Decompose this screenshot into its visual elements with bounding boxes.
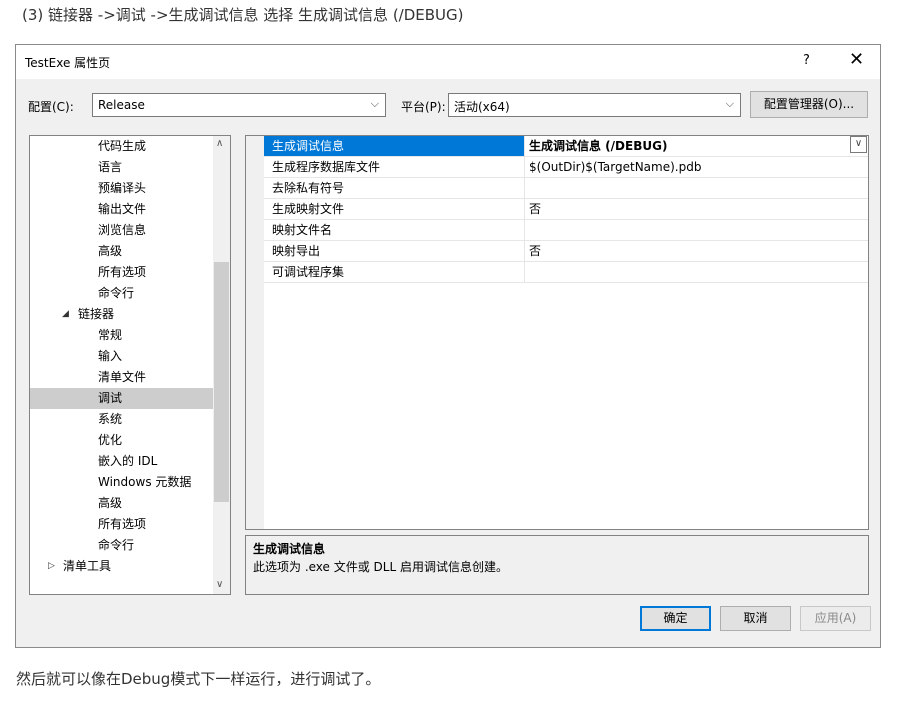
tree-item[interactable]: 系统 [30, 409, 213, 430]
tree-item-label: 所有选项 [98, 517, 147, 531]
grid-gutter [246, 136, 264, 529]
tree-item-label: 输出文件 [98, 202, 147, 216]
cancel-button[interactable]: 取消 [720, 606, 791, 631]
config-manager-button[interactable]: 配置管理器(O)... [750, 91, 868, 118]
platform-select[interactable]: 活动(x64) ⌵ [448, 93, 741, 117]
tree-item[interactable]: Windows 元数据 [30, 472, 213, 493]
config-label: 配置(C): [28, 100, 74, 114]
column-divider [524, 262, 525, 282]
tree-item[interactable]: 浏览信息 [30, 220, 213, 241]
title-bar: TestExe 属性页 ? ✕ [16, 45, 880, 79]
tree-item-label: 嵌入的 IDL [98, 454, 158, 468]
property-value: $(OutDir)$(TargetName).pdb [529, 160, 702, 174]
tree-item-label: 系统 [98, 412, 123, 426]
scroll-up-icon[interactable]: ∧ [216, 138, 223, 149]
ok-button[interactable]: 确定 [640, 606, 711, 631]
property-name: 映射导出 [272, 244, 321, 258]
tree-item[interactable]: 优化 [30, 430, 213, 451]
tree-scrollbar[interactable]: ∧ ∨ [213, 136, 230, 594]
tree-item-label: 调试 [98, 391, 123, 405]
column-divider [524, 178, 525, 198]
tree-item-label: 代码生成 [98, 139, 147, 153]
property-row[interactable]: 生成程序数据库文件 $(OutDir)$(TargetName).pdb [264, 157, 868, 178]
property-value: 生成调试信息 (/DEBUG) [529, 139, 668, 153]
property-name: 去除私有符号 [272, 181, 345, 195]
chevron-down-icon: ⌵ [370, 97, 379, 110]
column-divider [524, 241, 525, 261]
tree-item-label: 清单工具 [63, 559, 112, 573]
scroll-down-icon[interactable]: ∨ [216, 579, 223, 590]
property-pages-dialog: TestExe 属性页 ? ✕ 配置(C): Release ⌵ 平台(P): … [15, 44, 881, 648]
tree-item-label: 语言 [98, 160, 123, 174]
tree-item-label: 所有选项 [98, 265, 147, 279]
config-select[interactable]: Release ⌵ [92, 93, 386, 117]
property-tree: 代码生成 语言 预编译头 输出文件 浏览信息 高级 所有选项 命令行 ◢ 链接器 常规 输入 清单文件调… [29, 135, 231, 595]
value-dropdown-button[interactable]: ∨ [850, 136, 867, 153]
expand-arrow-icon[interactable]: ▷ [48, 556, 55, 577]
scrollbar-thumb[interactable] [214, 262, 229, 502]
tree-item-label: 命令行 [98, 286, 135, 300]
tree-item[interactable]: 语言 [30, 157, 213, 178]
dialog-title: TestExe 属性页 [25, 56, 111, 70]
tree-item[interactable]: 命令行 [30, 535, 213, 556]
chevron-down-icon: ⌵ [725, 97, 734, 110]
description-body: 此选项为 .exe 文件或 DLL 启用调试信息创建。 [253, 560, 508, 574]
tree-item[interactable]: 高级 [30, 493, 213, 514]
tree-item-label: Windows 元数据 [98, 475, 192, 489]
property-row[interactable]: 映射导出 否 [264, 241, 868, 262]
tree-item-label: 高级 [98, 496, 123, 510]
property-name: 可调试程序集 [272, 265, 345, 279]
property-name: 生成调试信息 [272, 139, 345, 153]
property-row[interactable]: 映射文件名 [264, 220, 868, 241]
tree-item[interactable]: 高级 [30, 241, 213, 262]
description-panel: 生成调试信息 此选项为 .exe 文件或 DLL 启用调试信息创建。 [245, 535, 869, 595]
tree-item-label: 浏览信息 [98, 223, 147, 237]
tree-item[interactable]: 调试 [30, 388, 213, 409]
property-name: 映射文件名 [272, 223, 333, 237]
tree-item[interactable]: 命令行 [30, 283, 213, 304]
property-row[interactable]: 生成调试信息 生成调试信息 (/DEBUG) ∨ [264, 136, 868, 157]
tree-item-label: 常规 [98, 328, 123, 342]
description-title: 生成调试信息 [253, 542, 326, 556]
tree-item[interactable]: ▷ 清单工具 [30, 556, 213, 577]
property-row[interactable]: 生成映射文件 否 [264, 199, 868, 220]
tree-item-label: 命令行 [98, 538, 135, 552]
column-divider [524, 199, 525, 219]
collapse-arrow-icon[interactable]: ◢ [62, 304, 69, 325]
tree-item-label: 链接器 [78, 307, 115, 321]
property-row[interactable]: 可调试程序集 [264, 262, 868, 283]
tree-item[interactable]: 输出文件 [30, 199, 213, 220]
property-value: 否 [529, 202, 542, 216]
tree-item[interactable]: 清单文件 [30, 367, 213, 388]
close-button[interactable]: ✕ [849, 49, 864, 70]
tree-item[interactable]: 代码生成 [30, 136, 213, 157]
tree-item[interactable]: 预编译头 [30, 178, 213, 199]
property-row[interactable]: 去除私有符号 [264, 178, 868, 199]
tree-item-label: 清单文件 [98, 370, 147, 384]
tree-item-label: 优化 [98, 433, 123, 447]
property-name: 生成程序数据库文件 [272, 160, 381, 174]
tree-item-label: 预编译头 [98, 181, 147, 195]
caption-top: (3) 链接器 ->调试 ->生成调试信息 选择 生成调试信息 (/DEBUG) [22, 6, 464, 24]
tree-item-label: 输入 [98, 349, 123, 363]
apply-button[interactable]: 应用(A) [800, 606, 871, 631]
config-select-value: Release [98, 98, 145, 112]
column-divider [524, 136, 525, 156]
caption-bottom: 然后就可以像在Debug模式下一样运行，进行调试了。 [16, 670, 381, 688]
platform-label: 平台(P): [401, 100, 446, 114]
tree-item[interactable]: 常规 [30, 325, 213, 346]
platform-select-value: 活动(x64) [454, 100, 510, 114]
property-value: 否 [529, 244, 542, 258]
tree-item[interactable]: 所有选项 [30, 262, 213, 283]
tree-item[interactable]: ◢ 链接器 [30, 304, 213, 325]
property-name: 生成映射文件 [272, 202, 345, 216]
tree-item-label: 高级 [98, 244, 123, 258]
help-button[interactable]: ? [803, 53, 810, 68]
tree-item[interactable]: 嵌入的 IDL [30, 451, 213, 472]
column-divider [524, 157, 525, 177]
property-grid: 生成调试信息 生成调试信息 (/DEBUG) ∨ 生成程序数据库文件 $(OutDir)… [245, 135, 869, 530]
column-divider [524, 220, 525, 240]
tree-item[interactable]: 输入 [30, 346, 213, 367]
tree-item[interactable]: 所有选项 [30, 514, 213, 535]
